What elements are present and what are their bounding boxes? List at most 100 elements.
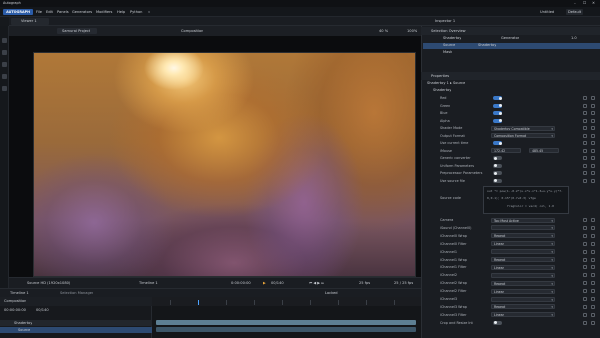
- property-toggle[interactable]: [493, 171, 502, 175]
- keyframe-icon[interactable]: [583, 249, 587, 254]
- layer-row[interactable]: Source: [0, 327, 152, 333]
- reset-icon[interactable]: [591, 241, 595, 246]
- clip-bar[interactable]: [156, 327, 416, 332]
- keyframe-icon[interactable]: [583, 103, 587, 108]
- selection-row[interactable]: Source Shadertoy: [423, 43, 600, 49]
- property-dropdown[interactable]: Repeat: [491, 280, 555, 286]
- property-toggle[interactable]: [493, 320, 502, 325]
- keyframe-icon[interactable]: [583, 281, 587, 286]
- reset-icon[interactable]: [591, 225, 595, 230]
- selection-row[interactable]: Mask: [423, 50, 600, 56]
- reset-icon[interactable]: [591, 297, 595, 301]
- maximize-button[interactable]: ☐: [583, 1, 586, 6]
- selection-overview-header[interactable]: Selection Overview: [421, 27, 600, 35]
- property-toggle[interactable]: [493, 141, 502, 145]
- reset-icon[interactable]: [591, 126, 595, 130]
- property-dropdown[interactable]: Linear: [491, 241, 555, 247]
- keyframe-icon[interactable]: [583, 257, 587, 262]
- keyframe-icon[interactable]: [583, 96, 587, 100]
- zoom-select[interactable]: 40 %: [379, 29, 388, 34]
- property-toggle[interactable]: [493, 156, 502, 160]
- keyframe-icon[interactable]: [583, 265, 587, 270]
- property-toggle[interactable]: [493, 178, 502, 183]
- reset-icon[interactable]: [591, 156, 595, 160]
- keyframe-icon[interactable]: [583, 304, 587, 309]
- keyframe-icon[interactable]: [583, 320, 587, 325]
- property-dropdown[interactable]: Repeat: [491, 304, 555, 310]
- property-dropdown[interactable]: Composition Format: [491, 133, 555, 138]
- reset-icon[interactable]: [591, 103, 595, 108]
- time-ruler[interactable]: [152, 297, 421, 306]
- viewer-tab[interactable]: Viewer 1: [11, 18, 49, 25]
- property-number-y[interactable]: 485.45: [529, 148, 559, 153]
- keyframe-icon[interactable]: [583, 178, 587, 183]
- source-resolution[interactable]: Source HD (1920x1080): [27, 281, 70, 286]
- property-dropdown[interactable]: Linear: [491, 312, 555, 318]
- keyframe-icon[interactable]: [583, 312, 587, 317]
- property-dropdown[interactable]: [491, 249, 555, 255]
- keyframe-icon[interactable]: [583, 171, 587, 175]
- selection-manager-tab[interactable]: Selection Manager: [60, 291, 93, 296]
- text-tool-icon[interactable]: [2, 86, 7, 91]
- keyframe-icon[interactable]: [583, 163, 587, 168]
- timeline-select[interactable]: Timeline 1: [139, 281, 158, 286]
- property-toggle[interactable]: [493, 118, 502, 123]
- menu-file[interactable]: File: [36, 9, 42, 15]
- keyframe-icon[interactable]: [583, 273, 587, 278]
- reset-icon[interactable]: [591, 141, 595, 145]
- property-toggle[interactable]: [493, 163, 502, 168]
- menu-panels[interactable]: Panels: [57, 9, 69, 15]
- reset-icon[interactable]: [591, 133, 595, 138]
- layer-row[interactable]: Shadertoy: [0, 320, 152, 326]
- property-number-x[interactable]: 172.42: [491, 148, 521, 153]
- clip-bar[interactable]: [156, 320, 416, 325]
- keyframe-icon[interactable]: [583, 141, 587, 145]
- select-tool-icon[interactable]: [2, 38, 7, 43]
- workspace-select[interactable]: Default: [566, 9, 584, 15]
- property-dropdown[interactable]: Shadertoy Compatible: [491, 125, 555, 131]
- property-dropdown[interactable]: Repeat: [491, 257, 555, 262]
- menu-help[interactable]: Help: [117, 9, 125, 15]
- keyframe-icon[interactable]: [583, 126, 587, 130]
- property-dropdown[interactable]: [491, 272, 555, 278]
- property-dropdown[interactable]: [491, 296, 555, 302]
- keyframe-icon[interactable]: [583, 241, 587, 246]
- project-select[interactable]: Samurai Project: [57, 28, 97, 34]
- property-dropdown[interactable]: [491, 225, 555, 231]
- properties-group[interactable]: Shadertoy: [433, 88, 451, 93]
- composition-select[interactable]: Composition: [4, 299, 26, 304]
- pen-tool-icon[interactable]: [2, 62, 7, 67]
- selection-row[interactable]: Shadertoy Generator 1.0: [423, 36, 600, 42]
- minimize-button[interactable]: –: [574, 1, 576, 6]
- play-button-icon[interactable]: ▶: [263, 281, 266, 286]
- property-dropdown[interactable]: Linear: [491, 264, 555, 270]
- crop-tool-icon[interactable]: [2, 50, 7, 55]
- keyframe-icon[interactable]: [583, 233, 587, 238]
- keyframe-icon[interactable]: [583, 225, 587, 230]
- keyframe-icon[interactable]: [583, 289, 587, 294]
- property-dropdown[interactable]: Repeat: [491, 233, 555, 239]
- reset-icon[interactable]: [591, 218, 595, 222]
- property-toggle[interactable]: [493, 111, 502, 115]
- reset-icon[interactable]: [591, 249, 595, 254]
- menu-generators[interactable]: Generators: [72, 9, 92, 15]
- playhead-icon[interactable]: [198, 300, 199, 305]
- brush-tool-icon[interactable]: [2, 74, 7, 79]
- reset-icon[interactable]: [591, 118, 595, 123]
- keyframe-icon[interactable]: [583, 118, 587, 123]
- reset-icon[interactable]: [591, 320, 595, 325]
- keyframe-icon[interactable]: [583, 156, 587, 160]
- keyframe-icon[interactable]: [583, 133, 587, 138]
- menu-edit[interactable]: Edit: [46, 9, 53, 15]
- reset-icon[interactable]: [591, 265, 595, 270]
- reset-icon[interactable]: [591, 96, 595, 100]
- properties-header[interactable]: Properties: [421, 72, 600, 80]
- reset-icon[interactable]: [591, 233, 595, 238]
- keyframe-icon[interactable]: [583, 218, 587, 222]
- reset-icon[interactable]: [591, 163, 595, 168]
- reset-icon[interactable]: [591, 111, 595, 115]
- keyframe-icon[interactable]: [583, 111, 587, 115]
- reset-icon[interactable]: [591, 281, 595, 286]
- reset-icon[interactable]: [591, 304, 595, 309]
- reset-icon[interactable]: [591, 312, 595, 317]
